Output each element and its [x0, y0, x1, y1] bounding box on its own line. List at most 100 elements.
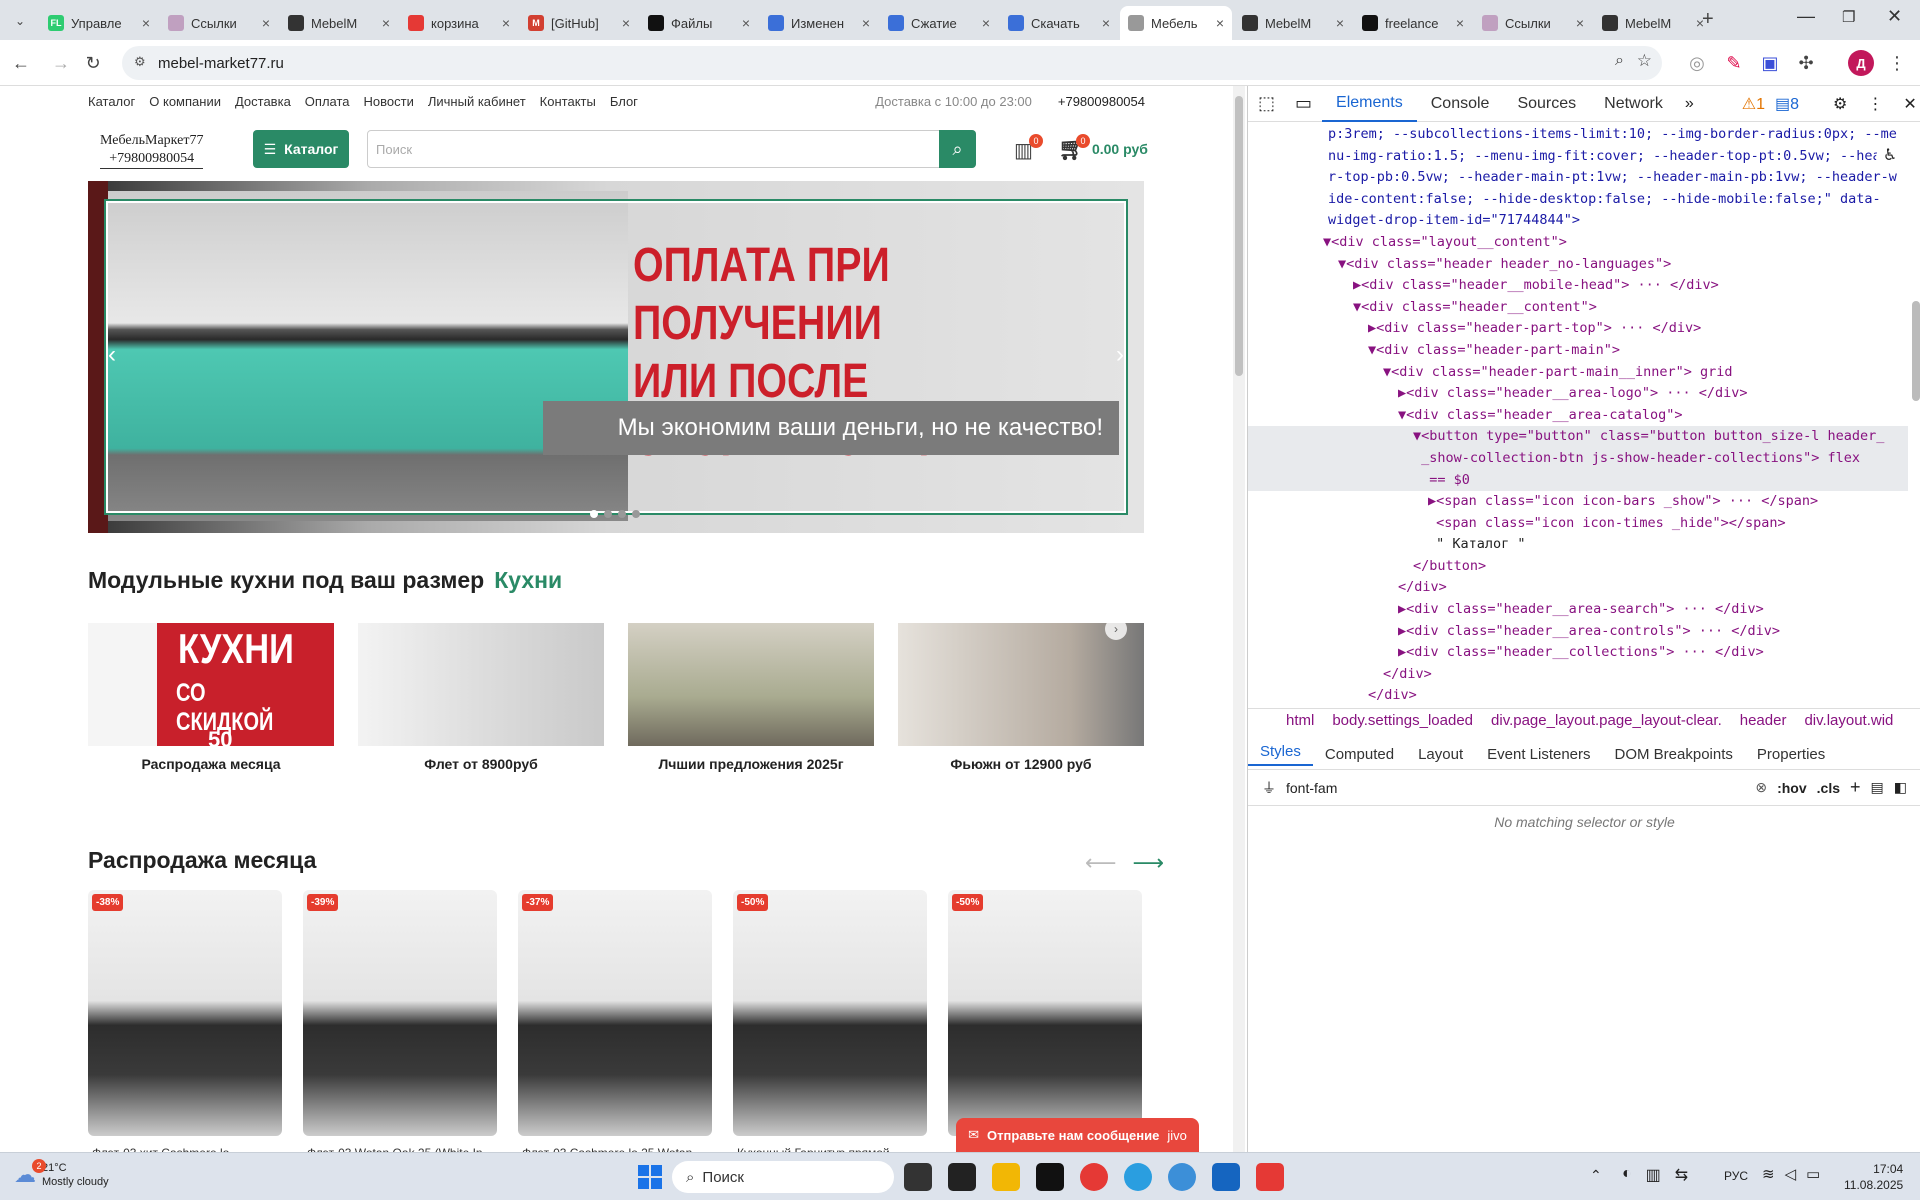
tray-icons[interactable]: ◐ ▥ ⇆ — [1622, 1165, 1688, 1185]
address-bar[interactable]: ⚙ mebel-market77.ru ⌕ ☆ — [122, 46, 1662, 80]
browser-tab[interactable]: Мебель × — [1120, 6, 1232, 40]
topnav-link[interactable]: Блог — [610, 94, 638, 109]
minimize-button[interactable]: — — [1797, 6, 1815, 27]
menu-kebab-icon[interactable]: ⋮ — [1884, 50, 1910, 76]
breadcrumb-item[interactable]: body.settings_loaded — [1332, 712, 1473, 729]
telegram-icon[interactable] — [1124, 1163, 1152, 1191]
search-input[interactable]: Поиск — [367, 130, 976, 168]
tray-sliders-icon[interactable]: ⇆ — [1675, 1165, 1688, 1185]
category-card[interactable]: Фьюжн от 12900 руб — [898, 623, 1144, 772]
topnav-link[interactable]: Доставка — [235, 94, 291, 109]
browser-tab[interactable]: MebelM × — [1234, 6, 1352, 40]
sale-prev-arrow-icon[interactable]: ⟵ — [1085, 850, 1117, 876]
devtools-tab[interactable]: Elements — [1322, 86, 1417, 122]
banner-dot[interactable] — [632, 510, 640, 518]
yandex-browser-icon[interactable] — [1256, 1163, 1284, 1191]
site-info-icon[interactable]: ⚙ — [134, 54, 146, 70]
warnings-count[interactable]: ⚠1 — [1742, 94, 1765, 114]
dom-node-line[interactable]: ide-content:false; --hide-desktop:false;… — [1248, 189, 1908, 211]
devtools-close-icon[interactable]: ✕ — [1903, 94, 1916, 114]
bookmark-star-icon[interactable]: ☆ — [1637, 51, 1652, 71]
dom-node-line[interactable]: ▶<div class="header__area-controls"> ···… — [1248, 621, 1908, 643]
devtools-tab[interactable]: Console — [1417, 86, 1504, 122]
dom-node-line[interactable]: ▼<div class="layout__content"> — [1248, 232, 1908, 254]
paint-icon[interactable]: ▤ — [1871, 779, 1884, 796]
dom-node-line[interactable]: " Каталог " — [1248, 534, 1908, 556]
styles-subtab[interactable]: Layout — [1406, 746, 1475, 763]
close-window-button[interactable]: ✕ — [1887, 6, 1902, 27]
breadcrumb-item[interactable]: header — [1740, 712, 1787, 729]
dom-node-line[interactable]: </button> — [1248, 556, 1908, 578]
search-button[interactable]: ⌕ — [939, 130, 976, 168]
tab-close-icon[interactable]: × — [622, 15, 630, 31]
cart-button[interactable]: 🛒︎ 0.00 руб — [1058, 136, 1148, 162]
tab-close-icon[interactable]: × — [982, 15, 990, 31]
cls-toggle[interactable]: .cls — [1817, 780, 1840, 796]
tab-close-icon[interactable]: × — [1576, 15, 1584, 31]
tab-close-icon[interactable]: × — [862, 15, 870, 31]
tab-close-icon[interactable]: × — [1336, 15, 1344, 31]
browser-tab[interactable]: Ссылки × — [160, 6, 278, 40]
sale-next-arrow-icon[interactable]: ⟶ — [1133, 850, 1165, 876]
topnav-link[interactable]: Новости — [364, 94, 414, 109]
dom-node-line[interactable]: r-top-pb:0.5vw; --header-main-pt:1vw; --… — [1248, 167, 1908, 189]
devtools-tab[interactable]: Network — [1590, 86, 1677, 122]
banner-prev-arrow[interactable]: ‹ — [108, 341, 116, 369]
product-card[interactable]: -37% — [518, 890, 712, 1136]
topnav-link[interactable]: Каталог — [88, 94, 135, 109]
topnav-link[interactable]: Контакты — [540, 94, 596, 109]
weather-widget[interactable]: ☁ 21°C Mostly cloudy — [14, 1161, 109, 1189]
dom-node-line[interactable]: ▼<div class="header header_no-languages"… — [1248, 254, 1908, 276]
forward-icon[interactable]: → — [48, 50, 74, 76]
browser-tab[interactable]: Сжатие × — [880, 6, 998, 40]
product-card[interactable]: -50% — [948, 890, 1142, 1136]
app-pen-icon[interactable] — [1212, 1163, 1240, 1191]
clock[interactable]: 17:04 11.08.2025 — [1844, 1161, 1903, 1193]
hov-toggle[interactable]: :hov — [1777, 780, 1807, 796]
zoom-icon[interactable]: ⌕ — [1615, 52, 1624, 70]
dom-node-line[interactable]: ▶<div class="header__area-search"> ··· <… — [1248, 599, 1908, 621]
dom-tree-scrollbar[interactable] — [1912, 301, 1920, 401]
inspect-element-icon[interactable]: ⬚ — [1248, 93, 1285, 114]
styles-subtab[interactable]: Computed — [1313, 746, 1406, 763]
sidebar-toggle-icon[interactable]: ◧ — [1894, 779, 1907, 796]
dom-tree[interactable]: p:3rem; --subcollections-items-limit:10;… — [1248, 124, 1908, 704]
browser-tab[interactable]: M [GitHub] × — [520, 6, 638, 40]
restore-button[interactable]: ❐ — [1842, 8, 1855, 26]
tray-app-icon[interactable]: ◐ — [1622, 1165, 1632, 1185]
browser-tab[interactable]: Файлы × — [640, 6, 758, 40]
dom-node-line[interactable]: ▼<div class="header-part-main"> — [1248, 340, 1908, 362]
accessibility-icon[interactable]: ♿︎ — [1876, 144, 1904, 172]
tab-search-button[interactable]: ⌄ — [8, 10, 32, 32]
browser-tab[interactable]: корзина × — [400, 6, 518, 40]
topnav-link[interactable]: О компании — [149, 94, 221, 109]
dom-node-line[interactable]: </div> — [1248, 577, 1908, 599]
dom-node-line[interactable]: widget-drop-item-id="71744844"> — [1248, 210, 1908, 232]
dom-node-line[interactable]: ▶<div class="header__collections"> ··· <… — [1248, 642, 1908, 664]
product-card[interactable]: -38% — [88, 890, 282, 1136]
extension-compass-icon[interactable]: ◎ — [1684, 50, 1710, 76]
dom-node-line[interactable]: == $0 — [1248, 469, 1908, 492]
more-tabs-icon[interactable]: » — [1677, 95, 1702, 113]
breadcrumb-item[interactable]: div.layout.wid — [1804, 712, 1893, 729]
browser-tab[interactable]: freelance × — [1354, 6, 1472, 40]
category-card[interactable]: КУХНИ СО СКИДКОЙ 50 Распродажа месяца — [88, 623, 334, 772]
devtools-settings-icon[interactable]: ⚙ — [1833, 94, 1847, 114]
task-view-icon[interactable] — [904, 1163, 932, 1191]
dom-node-line[interactable]: nu-img-ratio:1.5; --menu-img-fit:cover; … — [1248, 146, 1908, 168]
tab-close-icon[interactable]: × — [502, 15, 510, 31]
dom-node-line[interactable]: ▼<div class="header-part-main__inner"> g… — [1248, 362, 1908, 384]
add-rule-icon[interactable]: + — [1850, 777, 1861, 798]
browser-tab[interactable]: Ссылки × — [1474, 6, 1592, 40]
category-card[interactable]: Лчшии предложения 2025г — [628, 623, 874, 772]
tray-chevron-icon[interactable]: ⌃ — [1590, 1167, 1602, 1184]
jivo-chat-button[interactable]: ✉ Отправьте нам сообщение jivo — [956, 1118, 1199, 1152]
tab-close-icon[interactable]: × — [262, 15, 270, 31]
file-explorer-icon[interactable] — [992, 1163, 1020, 1191]
reload-icon[interactable]: ↻ — [80, 50, 106, 76]
cards-next-arrow[interactable]: › — [1105, 618, 1127, 640]
chrome-icon[interactable] — [1080, 1163, 1108, 1191]
browser-tab[interactable]: FL Управле × — [40, 6, 158, 40]
top-phone[interactable]: +79800980054 — [1058, 94, 1145, 109]
dom-node-line[interactable]: _show-collection-btn js-show-header-coll… — [1248, 447, 1908, 470]
